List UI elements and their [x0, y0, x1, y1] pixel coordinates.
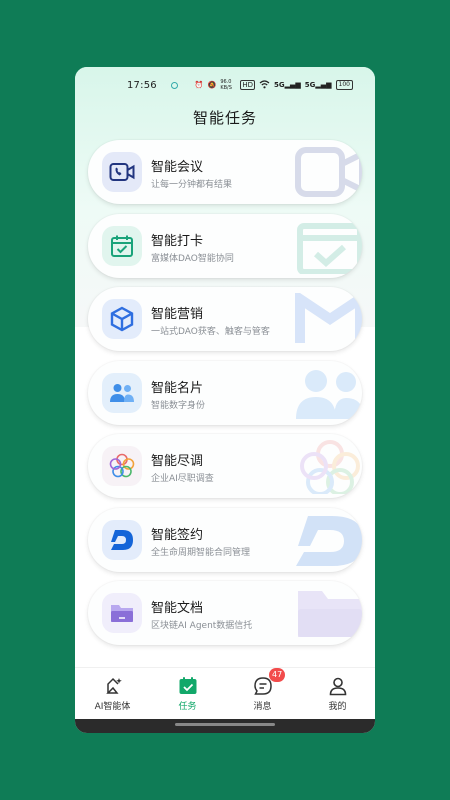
tab-profile[interactable]: 我的: [300, 668, 375, 721]
tab-label: 消息: [253, 702, 272, 712]
card-smart-due-diligence[interactable]: 智能尽调 企业AI尽职调查: [88, 434, 362, 498]
signal-icon-1: 5G▂▄▆: [273, 81, 301, 89]
profile-icon: [329, 677, 346, 696]
card-subtitle: 让每一分钟都有结果: [151, 180, 233, 190]
video-call-watermark-icon: [295, 147, 362, 197]
hd-label: HD: [240, 80, 255, 90]
wifi-icon: [259, 79, 270, 91]
card-title: 智能打卡: [151, 233, 204, 249]
tab-messages[interactable]: 47 消息: [225, 668, 300, 721]
card-smart-namecard[interactable]: 智能名片 智能数字身份: [88, 360, 362, 425]
folder-icon: [102, 593, 142, 633]
card-subtitle: 全生命周期智能合同管理: [151, 547, 251, 558]
card-smart-checkin[interactable]: 智能打卡 富媒体DAO智能协同: [88, 213, 362, 278]
ai-agent-icon: [105, 677, 122, 694]
m-logo-watermark-icon: [295, 293, 362, 343]
page-title: 智能任务: [192, 109, 257, 127]
people-watermark-icon: [296, 369, 362, 419]
alarm-icon: ⏰: [194, 81, 204, 89]
tab-label: AI智能体: [94, 702, 131, 712]
phone-screen: 17:56 ⏰ 🔕 96.0 KB/S HD 5G▂▄▆ 5G▂▄▆ 100 智…: [75, 67, 375, 733]
card-title: 智能尽调: [151, 454, 204, 469]
status-bar: 17:56 ⏰ 🔕 96.0 KB/S HD 5G▂▄▆ 5G▂▄▆ 100: [75, 75, 375, 95]
card-subtitle: 企业AI尽职调查: [151, 474, 214, 484]
flower-watermark-icon: [300, 440, 360, 494]
tab-label: 任务: [178, 702, 197, 712]
task-card-list: 智能会议 让每一分钟都有结果 智能打卡 富媒体DAO智能协同 智能营销 一站式D: [88, 140, 362, 655]
card-subtitle: 一站式DAO获客、触客与管客: [151, 327, 270, 337]
bottom-tab-bar: AI智能体 任务 47 消息 我的: [75, 667, 375, 721]
status-time: 17:56: [127, 79, 157, 91]
tab-ai-agent[interactable]: AI智能体: [75, 668, 150, 721]
status-icons: ⏰ 🔕 96.0 KB/S HD 5G▂▄▆ 5G▂▄▆ 100: [195, 79, 353, 91]
d-logo-icon: [102, 519, 142, 560]
video-call-icon: [102, 152, 142, 192]
card-smart-marketing[interactable]: 智能营销 一站式DAO获客、触客与管客: [88, 287, 362, 351]
flower-icon: [102, 446, 142, 486]
card-title: 智能会议: [151, 160, 204, 175]
card-title: 智能文档: [151, 601, 204, 616]
card-smart-contract[interactable]: 智能签约 全生命周期智能合同管理: [88, 507, 362, 572]
d-logo-watermark-icon: [296, 515, 362, 566]
home-indicator: [75, 719, 375, 733]
people-icon: [102, 372, 142, 413]
mute-icon: 🔕: [207, 81, 217, 89]
task-calendar-icon: [179, 677, 196, 694]
card-title: 智能名片: [151, 380, 204, 396]
folder-watermark-icon: [298, 591, 362, 637]
card-subtitle: 富媒体DAO智能协同: [151, 253, 234, 264]
tab-label: 我的: [328, 702, 347, 712]
tab-tasks[interactable]: 任务: [150, 668, 225, 721]
card-smart-meeting[interactable]: 智能会议 让每一分钟都有结果: [88, 140, 362, 204]
card-smart-document[interactable]: 智能文档 区块链AI Agent数据信托: [88, 581, 362, 645]
message-badge: 47: [269, 668, 286, 682]
battery-icon: 100: [335, 80, 353, 90]
calendar-check-icon: [102, 225, 142, 266]
cube-icon: [102, 299, 142, 339]
status-notification-icon: [170, 81, 178, 89]
home-indicator-pill[interactable]: [175, 723, 275, 726]
network-speed: 96.0 KB/S: [220, 79, 232, 91]
card-subtitle: 区块链AI Agent数据信托: [151, 621, 253, 631]
signal-icon-2: 5G▂▄▆: [304, 81, 332, 89]
calendar-check-watermark-icon: [297, 222, 362, 274]
card-title: 智能签约: [151, 527, 204, 543]
card-title: 智能营销: [151, 307, 204, 322]
card-subtitle: 智能数字身份: [151, 400, 206, 411]
